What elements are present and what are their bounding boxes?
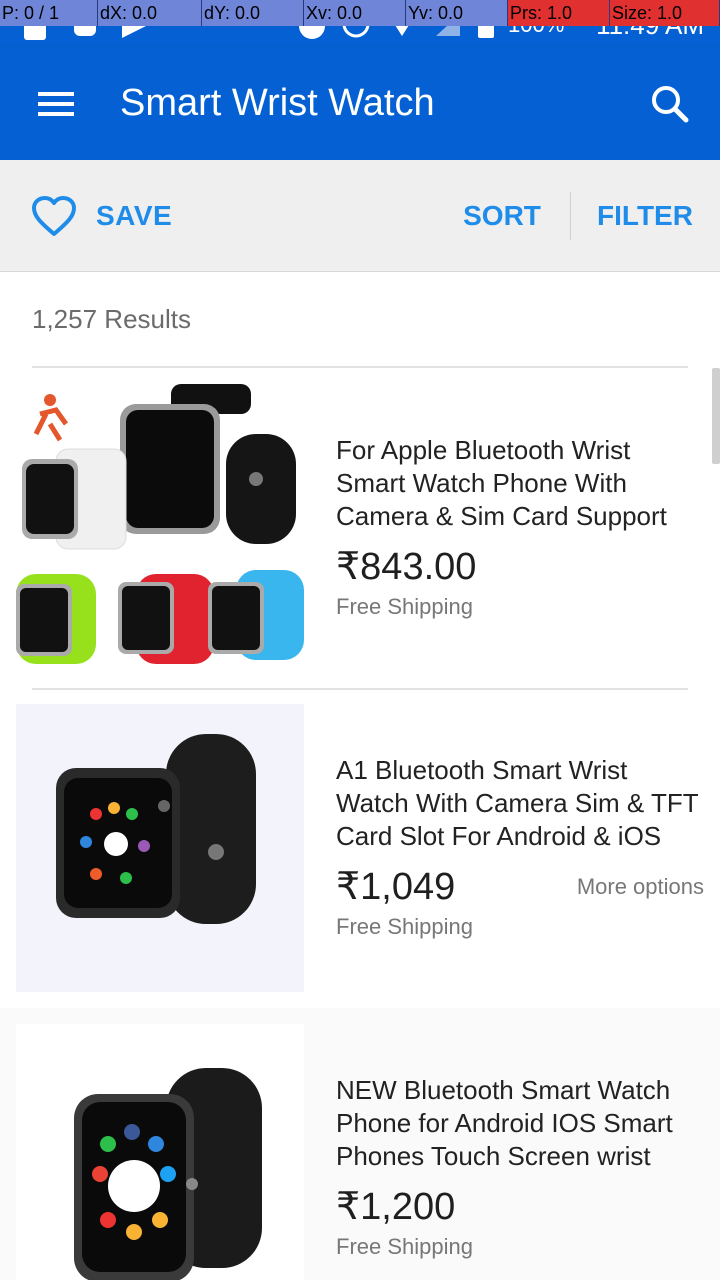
product-image [16,1024,304,1280]
debug-pressure: Prs: 1.0 [508,0,610,26]
toolbar-divider [570,192,571,240]
menu-icon [38,102,74,106]
debug-pointer: P: 0 / 1 [0,0,98,26]
status-bar: 100% 11:49 AM P: 0 / 1 dX: 0.0 dY: 0.0 X… [0,0,720,48]
search-button[interactable] [640,74,700,134]
filter-button[interactable]: FILTER [590,186,700,246]
debug-size: Size: 1.0 [610,0,720,26]
debug-dx: dX: 0.0 [98,0,202,26]
shipping-info: Free Shipping [336,914,473,939]
product-price: ₹1,049 [336,866,456,908]
shipping-info: Free Shipping [336,594,473,619]
save-search-button[interactable]: SAVE [30,186,172,246]
product-price: ₹843.00 [336,546,477,588]
results-count: 1,257 Results [32,304,191,334]
more-options-link[interactable]: More options [577,874,704,900]
product-title: NEW Bluetooth Smart Watch Phone for Andr… [336,1075,673,1171]
shipping-info: Free Shipping [336,1234,473,1259]
debug-dy: dY: 0.0 [202,0,304,26]
scrollbar[interactable] [712,368,720,464]
menu-button[interactable] [28,84,84,124]
action-bar: SAVE SORT FILTER [0,160,720,272]
debug-yv: Yv: 0.0 [406,0,508,26]
product-image [16,384,304,672]
product-price: ₹1,200 [336,1186,456,1228]
list-item[interactable]: NEW Bluetooth Smart Watch Phone for Andr… [0,1008,720,1280]
page-title: Smart Wrist Watch [120,82,435,124]
sort-button[interactable]: SORT [450,186,554,246]
search-icon [652,86,689,123]
save-label: SAVE [96,200,173,231]
product-image [16,704,304,992]
list-item[interactable]: A1 Bluetooth Smart Wrist Watch With Came… [0,688,720,1008]
pointer-debug-overlay: P: 0 / 1 dX: 0.0 dY: 0.0 Xv: 0.0 Yv: 0.0… [0,0,720,26]
list-item[interactable]: For Apple Bluetooth Wrist Smart Watch Ph… [0,368,720,688]
product-title: For Apple Bluetooth Wrist Smart Watch Ph… [336,435,667,531]
menu-icon [38,92,74,96]
product-title: A1 Bluetooth Smart Wrist Watch With Came… [336,755,699,851]
heart-icon [32,196,76,236]
app-bar: Smart Wrist Watch [0,48,720,160]
menu-icon [38,112,74,116]
debug-xv: Xv: 0.0 [304,0,406,26]
